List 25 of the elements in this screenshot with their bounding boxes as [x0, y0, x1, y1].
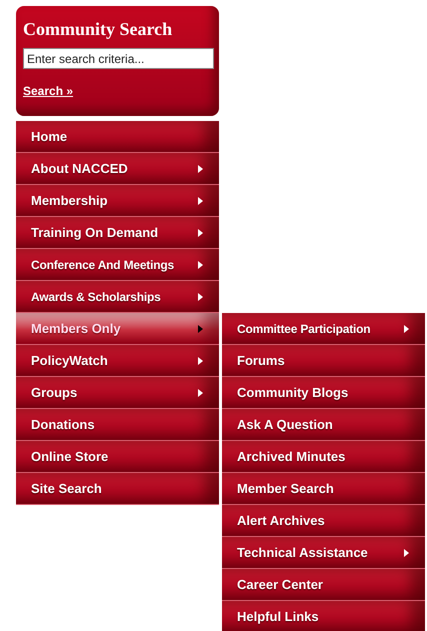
- menu-item[interactable]: Helpful Links: [222, 601, 425, 631]
- menu-item[interactable]: Forums: [222, 345, 425, 377]
- menu-item[interactable]: Conference And Meetings: [16, 249, 219, 281]
- panel-title: Community Search: [23, 18, 174, 40]
- menu-item[interactable]: Site Search: [16, 473, 219, 505]
- menu-item[interactable]: Donations: [16, 409, 219, 441]
- menu-item[interactable]: PolicyWatch: [16, 345, 219, 377]
- menu-item[interactable]: Home: [16, 121, 219, 153]
- menu-item[interactable]: Archived Minutes: [222, 441, 425, 473]
- menu-item[interactable]: Career Center: [222, 569, 425, 601]
- menu-item[interactable]: Technical Assistance: [222, 537, 425, 569]
- menu-item[interactable]: Alert Archives: [222, 505, 425, 537]
- menu-item[interactable]: Committee Participation: [222, 313, 425, 345]
- menu-item[interactable]: Membership: [16, 185, 219, 217]
- menu-item[interactable]: Members Only: [16, 313, 219, 345]
- menu-item[interactable]: Training On Demand: [16, 217, 219, 249]
- menu-item[interactable]: About NACCED: [16, 153, 219, 185]
- menu-item[interactable]: Member Search: [222, 473, 425, 505]
- menu-item[interactable]: Ask A Question: [222, 409, 425, 441]
- menu-item[interactable]: Groups: [16, 377, 219, 409]
- menu-item[interactable]: Online Store: [16, 441, 219, 473]
- search-field[interactable]: Enter search criteria...: [23, 48, 214, 69]
- menu-item[interactable]: Awards & Scholarships: [16, 281, 219, 313]
- search-link[interactable]: Search »: [23, 84, 74, 98]
- menu-item[interactable]: Community Blogs: [222, 377, 425, 409]
